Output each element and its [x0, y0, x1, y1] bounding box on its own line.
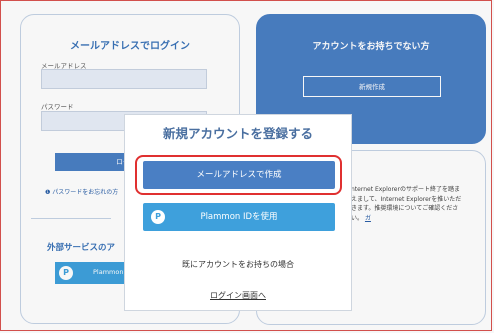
- already-have-account-text: 既にアカウントをお持ちの場合: [182, 260, 294, 269]
- modal-title: 新規アカウントを登録する: [162, 126, 313, 141]
- go-to-login-link[interactable]: ログイン画面へ: [125, 290, 351, 301]
- create-with-email-button[interactable]: メールアドレスで作成: [143, 161, 335, 189]
- register-modal: 新規アカウントを登録する メールアドレスで作成 P Plammon IDを使用 …: [124, 114, 352, 311]
- use-plammon-id-label: Plammon IDを使用: [200, 212, 278, 222]
- use-plammon-id-button[interactable]: P Plammon IDを使用: [143, 203, 335, 231]
- plammon-icon: P: [151, 210, 165, 224]
